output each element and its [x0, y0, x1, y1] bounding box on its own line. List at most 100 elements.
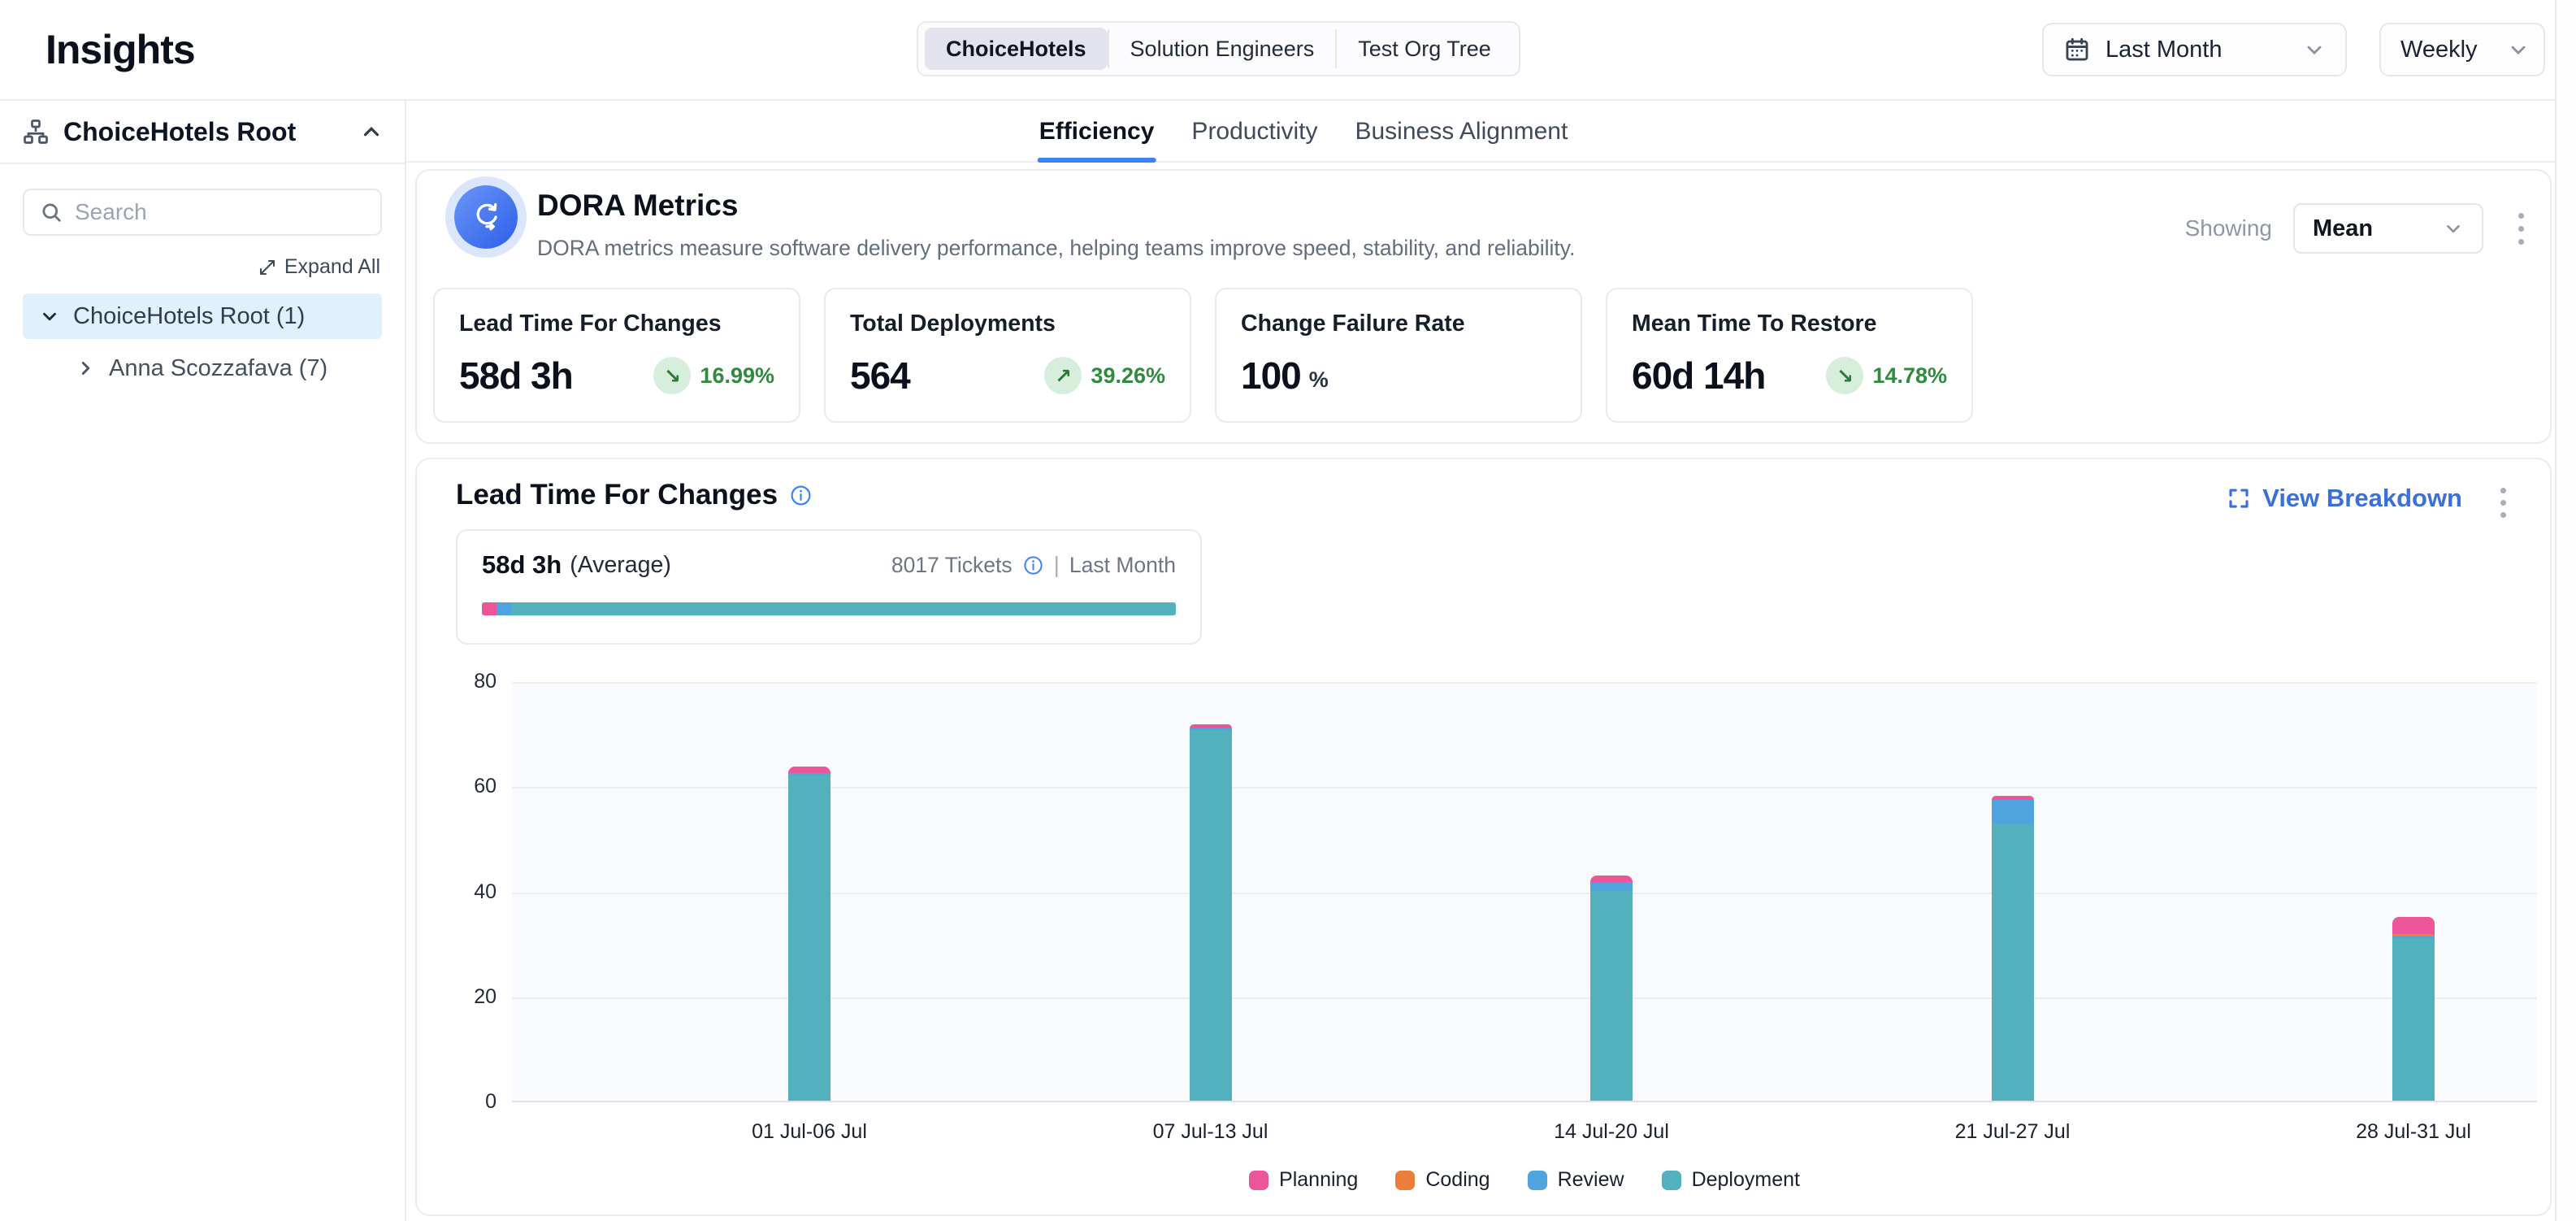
summary-value: 58d 3h [482, 550, 562, 580]
date-range-value: Last Month [2105, 37, 2222, 63]
trend-up-arrow-icon: ↗ [1044, 357, 1082, 394]
x-tick-14 Jul-20 Jul: 14 Jul-20 Jul [1554, 1120, 1669, 1144]
expand-all-label: Expand All [284, 255, 380, 279]
phase-segment-planning [482, 602, 497, 615]
legend-item-coding[interactable]: Coding [1395, 1168, 1490, 1192]
legend-swatch [1662, 1171, 1681, 1190]
card-total-deployments[interactable]: Total Deployments 564 ↗ 39.26% [824, 288, 1191, 423]
y-tick-80: 80 [474, 670, 497, 693]
view-breakdown-label: View Breakdown [2262, 484, 2462, 513]
segment-deployment [1590, 891, 1633, 1102]
sidebar-search [23, 189, 382, 236]
legend-swatch [1395, 1171, 1415, 1190]
delta-value: 14.78% [1872, 363, 1947, 389]
legend-item-planning[interactable]: Planning [1249, 1168, 1358, 1192]
trend-badge: ↗ 39.26% [1044, 357, 1165, 394]
x-axis-labels: 01 Jul-06 Jul 07 Jul-13 Jul 14 Jul-20 Jul 2… [417, 1120, 2550, 1145]
card-title: Change Failure Rate [1241, 311, 1556, 337]
delta-value: 39.26% [1091, 363, 1165, 389]
lead-time-chart-panel: Lead Time For Changes View Breakdown [415, 458, 2552, 1216]
summary-period: Last Month [1069, 553, 1176, 578]
bar-28 Jul-31 Jul[interactable] [2392, 917, 2435, 1101]
granularity-select[interactable]: Weekly [2379, 23, 2545, 76]
x-tick-01 Jul-06 Jul: 01 Jul-06 Jul [752, 1120, 867, 1144]
x-tick-07 Jul-13 Jul: 07 Jul-13 Jul [1153, 1120, 1268, 1144]
legend-item-deployment[interactable]: Deployment [1662, 1168, 1800, 1192]
chevron-down-icon [2507, 38, 2530, 61]
segment-review [1590, 882, 1633, 890]
expand-diagonal-icon [258, 258, 277, 277]
gridline-0 [512, 1101, 2537, 1102]
showing-select[interactable]: Mean [2293, 203, 2483, 254]
section-title: Lead Time For Changes [456, 479, 778, 511]
tickets-count: 8017 Tickets [891, 553, 1013, 578]
metric-tabs: Efficiency Productivity Business Alignme… [406, 101, 2576, 163]
info-icon[interactable] [1022, 554, 1044, 576]
delta-value: 16.99% [700, 363, 774, 389]
gridline-80 [512, 682, 2537, 684]
page-title: Insights [46, 0, 195, 99]
expand-all-button[interactable]: Expand All [24, 255, 380, 279]
tab-business-alignment[interactable]: Business Alignment [1355, 101, 1568, 163]
card-mean-time-to-restore[interactable]: Mean Time To Restore 60d 14h ↘ 14.78% [1606, 288, 1973, 423]
scrollbar-track[interactable] [2555, 0, 2576, 1221]
legend-label: Deployment [1692, 1168, 1800, 1192]
card-title: Mean Time To Restore [1632, 311, 1947, 337]
calendar-icon [2063, 36, 2091, 63]
view-breakdown-button[interactable]: View Breakdown [2227, 484, 2462, 513]
trend-down-arrow-icon: ↘ [1826, 357, 1863, 394]
chart-more-menu-button[interactable] [2488, 484, 2517, 521]
org-tab-test-org-tree[interactable]: Test Org Tree [1337, 28, 1512, 70]
card-value: 564 [850, 354, 910, 398]
y-tick-20: 20 [474, 985, 497, 1009]
date-range-select[interactable]: Last Month [2042, 23, 2347, 76]
phase-segment-review [497, 602, 511, 615]
org-tab-solution-engineers[interactable]: Solution Engineers [1109, 28, 1336, 70]
card-value: 60d 14h [1632, 354, 1765, 398]
legend-label: Planning [1279, 1168, 1358, 1192]
card-change-failure-rate[interactable]: Change Failure Rate 100 % [1215, 288, 1582, 423]
legend-item-review[interactable]: Review [1528, 1168, 1624, 1192]
legend-swatch [1528, 1171, 1547, 1190]
collapse-chevron-up-icon[interactable] [359, 119, 384, 144]
info-icon[interactable] [789, 484, 813, 507]
tree-item-choicehotels-root[interactable]: ChoiceHotels Root (1) [23, 293, 382, 339]
chevron-down-icon [2443, 218, 2464, 239]
bar-07 Jul-13 Jul[interactable] [1190, 724, 1232, 1101]
insights-page: Insights ChoiceHotels Solution Engineers… [0, 0, 2576, 1221]
bar-21 Jul-27 Jul[interactable] [1992, 796, 2034, 1101]
y-tick-0: 0 [485, 1090, 497, 1114]
segment-deployment [1190, 730, 1232, 1101]
search-input[interactable] [75, 199, 366, 225]
main-content: Efficiency Productivity Business Alignme… [406, 101, 2576, 1221]
card-title: Total Deployments [850, 311, 1165, 337]
bar-14 Jul-20 Jul[interactable] [1590, 876, 1633, 1101]
search-icon [39, 200, 63, 224]
trend-down-arrow-icon: ↘ [653, 357, 691, 394]
dora-cycle-icon [454, 185, 518, 249]
trend-badge: ↘ 16.99% [653, 357, 774, 394]
bar-01 Jul-06 Jul[interactable] [788, 767, 830, 1101]
top-bar: Insights ChoiceHotels Solution Engineers… [0, 0, 2576, 101]
chevron-down-icon[interactable] [39, 306, 60, 327]
x-tick-21 Jul-27 Jul: 21 Jul-27 Jul [1955, 1120, 2071, 1144]
org-tab-choicehotels[interactable]: ChoiceHotels [925, 28, 1108, 70]
tab-productivity[interactable]: Productivity [1191, 101, 1317, 163]
dora-title: DORA Metrics [537, 189, 738, 223]
card-title: Lead Time For Changes [459, 311, 774, 337]
card-value: 58d 3h [459, 354, 573, 398]
legend-label: Review [1558, 1168, 1624, 1192]
org-tree-sidebar: ChoiceHotels Root Expand All [0, 101, 406, 1221]
y-tick-40: 40 [474, 880, 497, 904]
sidebar-root-title: ChoiceHotels Root [63, 117, 346, 147]
card-lead-time-for-changes[interactable]: Lead Time For Changes 58d 3h ↘ 16.99% [433, 288, 800, 423]
tab-efficiency[interactable]: Efficiency [1039, 101, 1155, 163]
segment-deployment [2392, 938, 2435, 1101]
segment-planning [1590, 876, 1633, 882]
chevron-right-icon[interactable] [75, 358, 96, 379]
segment-planning [2392, 917, 2435, 934]
dora-more-menu-button[interactable] [2504, 203, 2537, 254]
card-unit: % [1309, 367, 1329, 393]
segment-deployment [788, 775, 830, 1101]
tree-item-anna-scozzafava[interactable]: Anna Scozzafava (7) [23, 345, 382, 391]
